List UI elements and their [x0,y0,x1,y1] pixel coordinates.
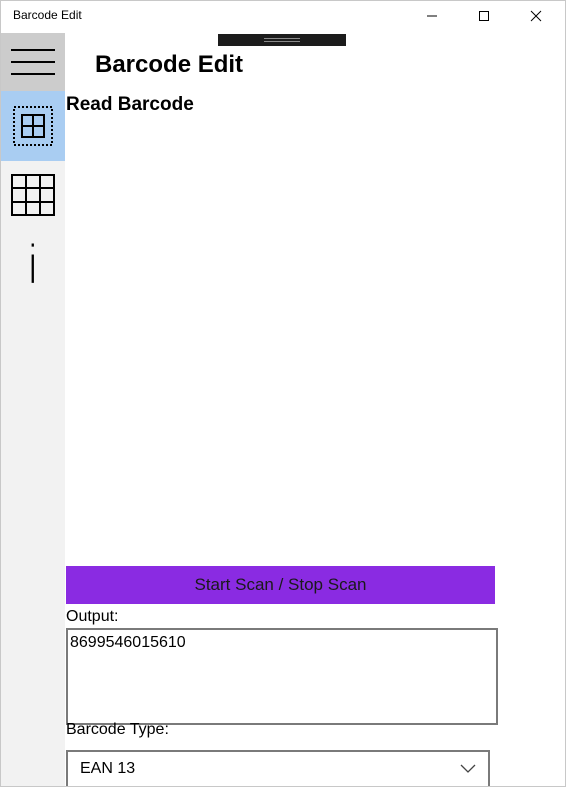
hamburger-menu-button[interactable] [1,33,65,91]
barcode-type-dropdown[interactable]: EAN 13 [66,750,490,786]
page-title: Read Barcode [66,94,194,115]
drag-handle[interactable] [218,34,346,46]
barcode-type-label: Barcode Type: [66,721,169,738]
sidebar-item-create-barcode[interactable] [1,163,65,227]
sidebar: i [1,33,65,786]
app-window: Barcode Edit i Barcode Edit Read Barcode… [0,0,566,787]
app-title: Barcode Edit [95,51,244,78]
read-barcode-icon [13,106,53,146]
sidebar-item-read-barcode[interactable] [1,91,65,161]
output-label: Output: [66,608,119,625]
window-title: Barcode Edit [13,8,82,22]
maximize-icon [479,11,489,21]
info-icon: i [25,236,41,296]
close-icon [530,10,542,22]
output-textbox[interactable]: 8699546015610 [66,628,498,725]
sidebar-item-info[interactable]: i [1,231,65,301]
maximize-button[interactable] [461,1,507,31]
close-button[interactable] [513,1,559,31]
barcode-type-selected: EAN 13 [80,760,136,777]
minimize-button[interactable] [409,1,455,31]
chevron-down-icon [460,764,476,774]
title-bar[interactable]: Barcode Edit [1,1,565,33]
hamburger-icon [11,49,55,75]
grid-icon [11,174,55,216]
minimize-icon [427,15,437,17]
start-stop-scan-button[interactable]: Start Scan / Stop Scan [66,566,495,604]
